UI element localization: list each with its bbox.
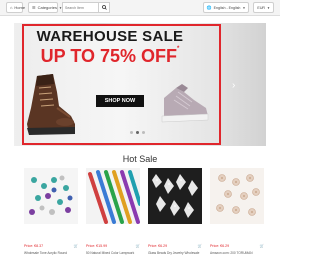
product-card[interactable]: Price: €15.99 🛒 50 Natural Mixed Color L…: [86, 168, 140, 280]
product-name[interactable]: Glass Beads Dry Jewelry Wholesale: [148, 251, 202, 255]
product-card[interactable]: Price: €6.29 🛒 Amazon.com: 200 TORUMAN: [210, 168, 264, 280]
product-name[interactable]: Amazon.com: 200 TORUMAN: [210, 251, 264, 255]
cart-icon[interactable]: 🛒: [74, 244, 78, 248]
product-price: Price: €6.29: [210, 244, 230, 248]
chevron-down-icon: ▼: [267, 5, 270, 10]
home-icon: ⌂: [10, 5, 13, 10]
hot-sale-heading: Hot Sale: [122, 154, 158, 164]
home-label: Home: [14, 5, 26, 10]
shop-now-button[interactable]: SHOP NOW: [96, 95, 144, 107]
banner-discount-mark: *: [177, 46, 180, 52]
cart-icon[interactable]: 🛒: [136, 244, 140, 248]
carousel-dot[interactable]: [130, 131, 133, 134]
search-input[interactable]: [62, 2, 98, 13]
language-dropdown[interactable]: 🌐 English - English ▼: [202, 2, 250, 13]
product-name[interactable]: 50 Natural Mixed Color Lampwork: [86, 251, 140, 255]
banner-title: WAREHOUSE SALE: [36, 28, 184, 45]
currency-dropdown[interactable]: EUR ▼: [253, 2, 274, 13]
list-icon: ☰: [32, 5, 36, 10]
product-price: Price: €15.99: [86, 244, 108, 248]
product-image[interactable]: [148, 168, 202, 224]
carousel-indicators: [130, 131, 145, 134]
search-bar: [62, 2, 110, 13]
carousel-next-arrow[interactable]: ›: [232, 80, 235, 91]
home-button[interactable]: ⌂ Home: [6, 2, 26, 13]
carousel-dot[interactable]: [136, 131, 139, 134]
cart-icon[interactable]: 🛒: [198, 244, 202, 248]
carousel-dot[interactable]: [142, 131, 145, 134]
product-price: Price: €8.37: [24, 244, 44, 248]
categories-label: Categories: [37, 5, 57, 10]
categories-dropdown[interactable]: ☰ Categories ▼: [28, 2, 62, 13]
product-image[interactable]: [86, 168, 140, 224]
cart-icon[interactable]: 🛒: [260, 244, 264, 248]
product-name[interactable]: Wholesale Tone Acrylic Round: [24, 251, 78, 255]
chevron-down-icon: ▼: [242, 5, 246, 10]
product-card[interactable]: Price: €8.37 🛒 Wholesale Tone Acrylic Ro…: [24, 168, 78, 280]
product-image[interactable]: [210, 168, 264, 224]
banner-discount-text: UP TO 75% OFF: [40, 46, 178, 66]
banner-discount: UP TO 75% OFF*: [30, 46, 190, 67]
search-icon: [101, 5, 107, 10]
product-card[interactable]: Price: €6.29 🛒 Glass Beads Dry Jewelry W…: [148, 168, 202, 280]
sneaker-image: [161, 84, 209, 123]
boot-image: [27, 74, 75, 135]
globe-icon: 🌐: [206, 5, 212, 10]
product-grid: Price: €8.37 🛒 Wholesale Tone Acrylic Ro…: [24, 168, 264, 280]
product-image[interactable]: [24, 168, 78, 224]
top-navigation-bar: ⌂ Home ☰ Categories ▼ 🌐 English - Englis…: [0, 0, 280, 16]
product-price: Price: €6.29: [148, 244, 168, 248]
search-button[interactable]: [98, 2, 110, 13]
currency-label: EUR: [257, 5, 266, 10]
language-label: English - English: [213, 5, 241, 10]
